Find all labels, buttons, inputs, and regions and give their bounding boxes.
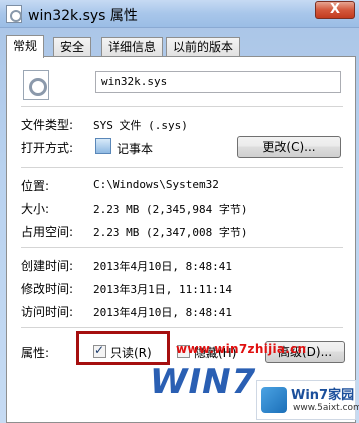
divider	[21, 247, 343, 248]
file-name-field[interactable]: win32k.sys	[95, 71, 341, 93]
size-label: 大小:	[21, 202, 50, 216]
brand-site: www.5aixt.com	[293, 403, 359, 413]
location-label: 位置:	[21, 179, 50, 193]
change-button[interactable]: 更改(C)...	[237, 136, 341, 158]
divider	[21, 327, 343, 328]
close-button[interactable]: X	[315, 1, 355, 19]
size-on-disk-value: 2.23 MB (2,347,008 字节)	[93, 226, 248, 239]
notepad-icon	[95, 138, 111, 154]
size-on-disk-label: 占用空间:	[21, 225, 74, 239]
divider	[21, 106, 343, 107]
tab-previous-versions[interactable]: 以前的版本	[166, 37, 241, 57]
created-value: 2013年4月10日, 8:48:41	[93, 260, 232, 273]
tab-details[interactable]: 详细信息	[101, 37, 164, 57]
divider	[21, 167, 343, 168]
watermark-text: www.win7zhijia.cn	[176, 342, 307, 356]
modified-label: 修改时间:	[21, 282, 74, 296]
tab-security[interactable]: 安全	[53, 37, 92, 57]
window-title: win32k.sys 属性	[28, 8, 138, 24]
file-type-value: SYS 文件 (.sys)	[93, 119, 188, 132]
readonly-highlight-box	[76, 331, 170, 365]
brand-name: Win7家园	[291, 388, 355, 403]
tab-strip: 常规 安全 详细信息 以前的版本	[6, 35, 356, 58]
file-settings-icon	[6, 5, 22, 23]
attributes-label: 属性:	[21, 346, 50, 360]
file-type-label: 文件类型:	[21, 118, 74, 132]
house-icon	[261, 387, 287, 413]
title-bar: win32k.sys 属性 X	[0, 0, 359, 28]
brand-logo: Win7家园 www.5aixt.com	[256, 380, 359, 420]
location-value: C:\Windows\System32	[93, 178, 219, 191]
accessed-label: 访问时间:	[21, 305, 74, 319]
size-value: 2.23 MB (2,345,984 字节)	[93, 203, 248, 216]
modified-value: 2013年3月1日, 11:11:14	[93, 283, 232, 296]
win7-logo-text: WIN7	[150, 362, 257, 402]
accessed-value: 2013年4月10日, 8:48:41	[93, 306, 232, 319]
open-with-label: 打开方式:	[21, 141, 74, 155]
system-file-icon	[23, 70, 49, 100]
tab-general[interactable]: 常规	[6, 35, 45, 58]
created-label: 创建时间:	[21, 259, 74, 273]
open-with-value: 记事本	[117, 142, 154, 156]
